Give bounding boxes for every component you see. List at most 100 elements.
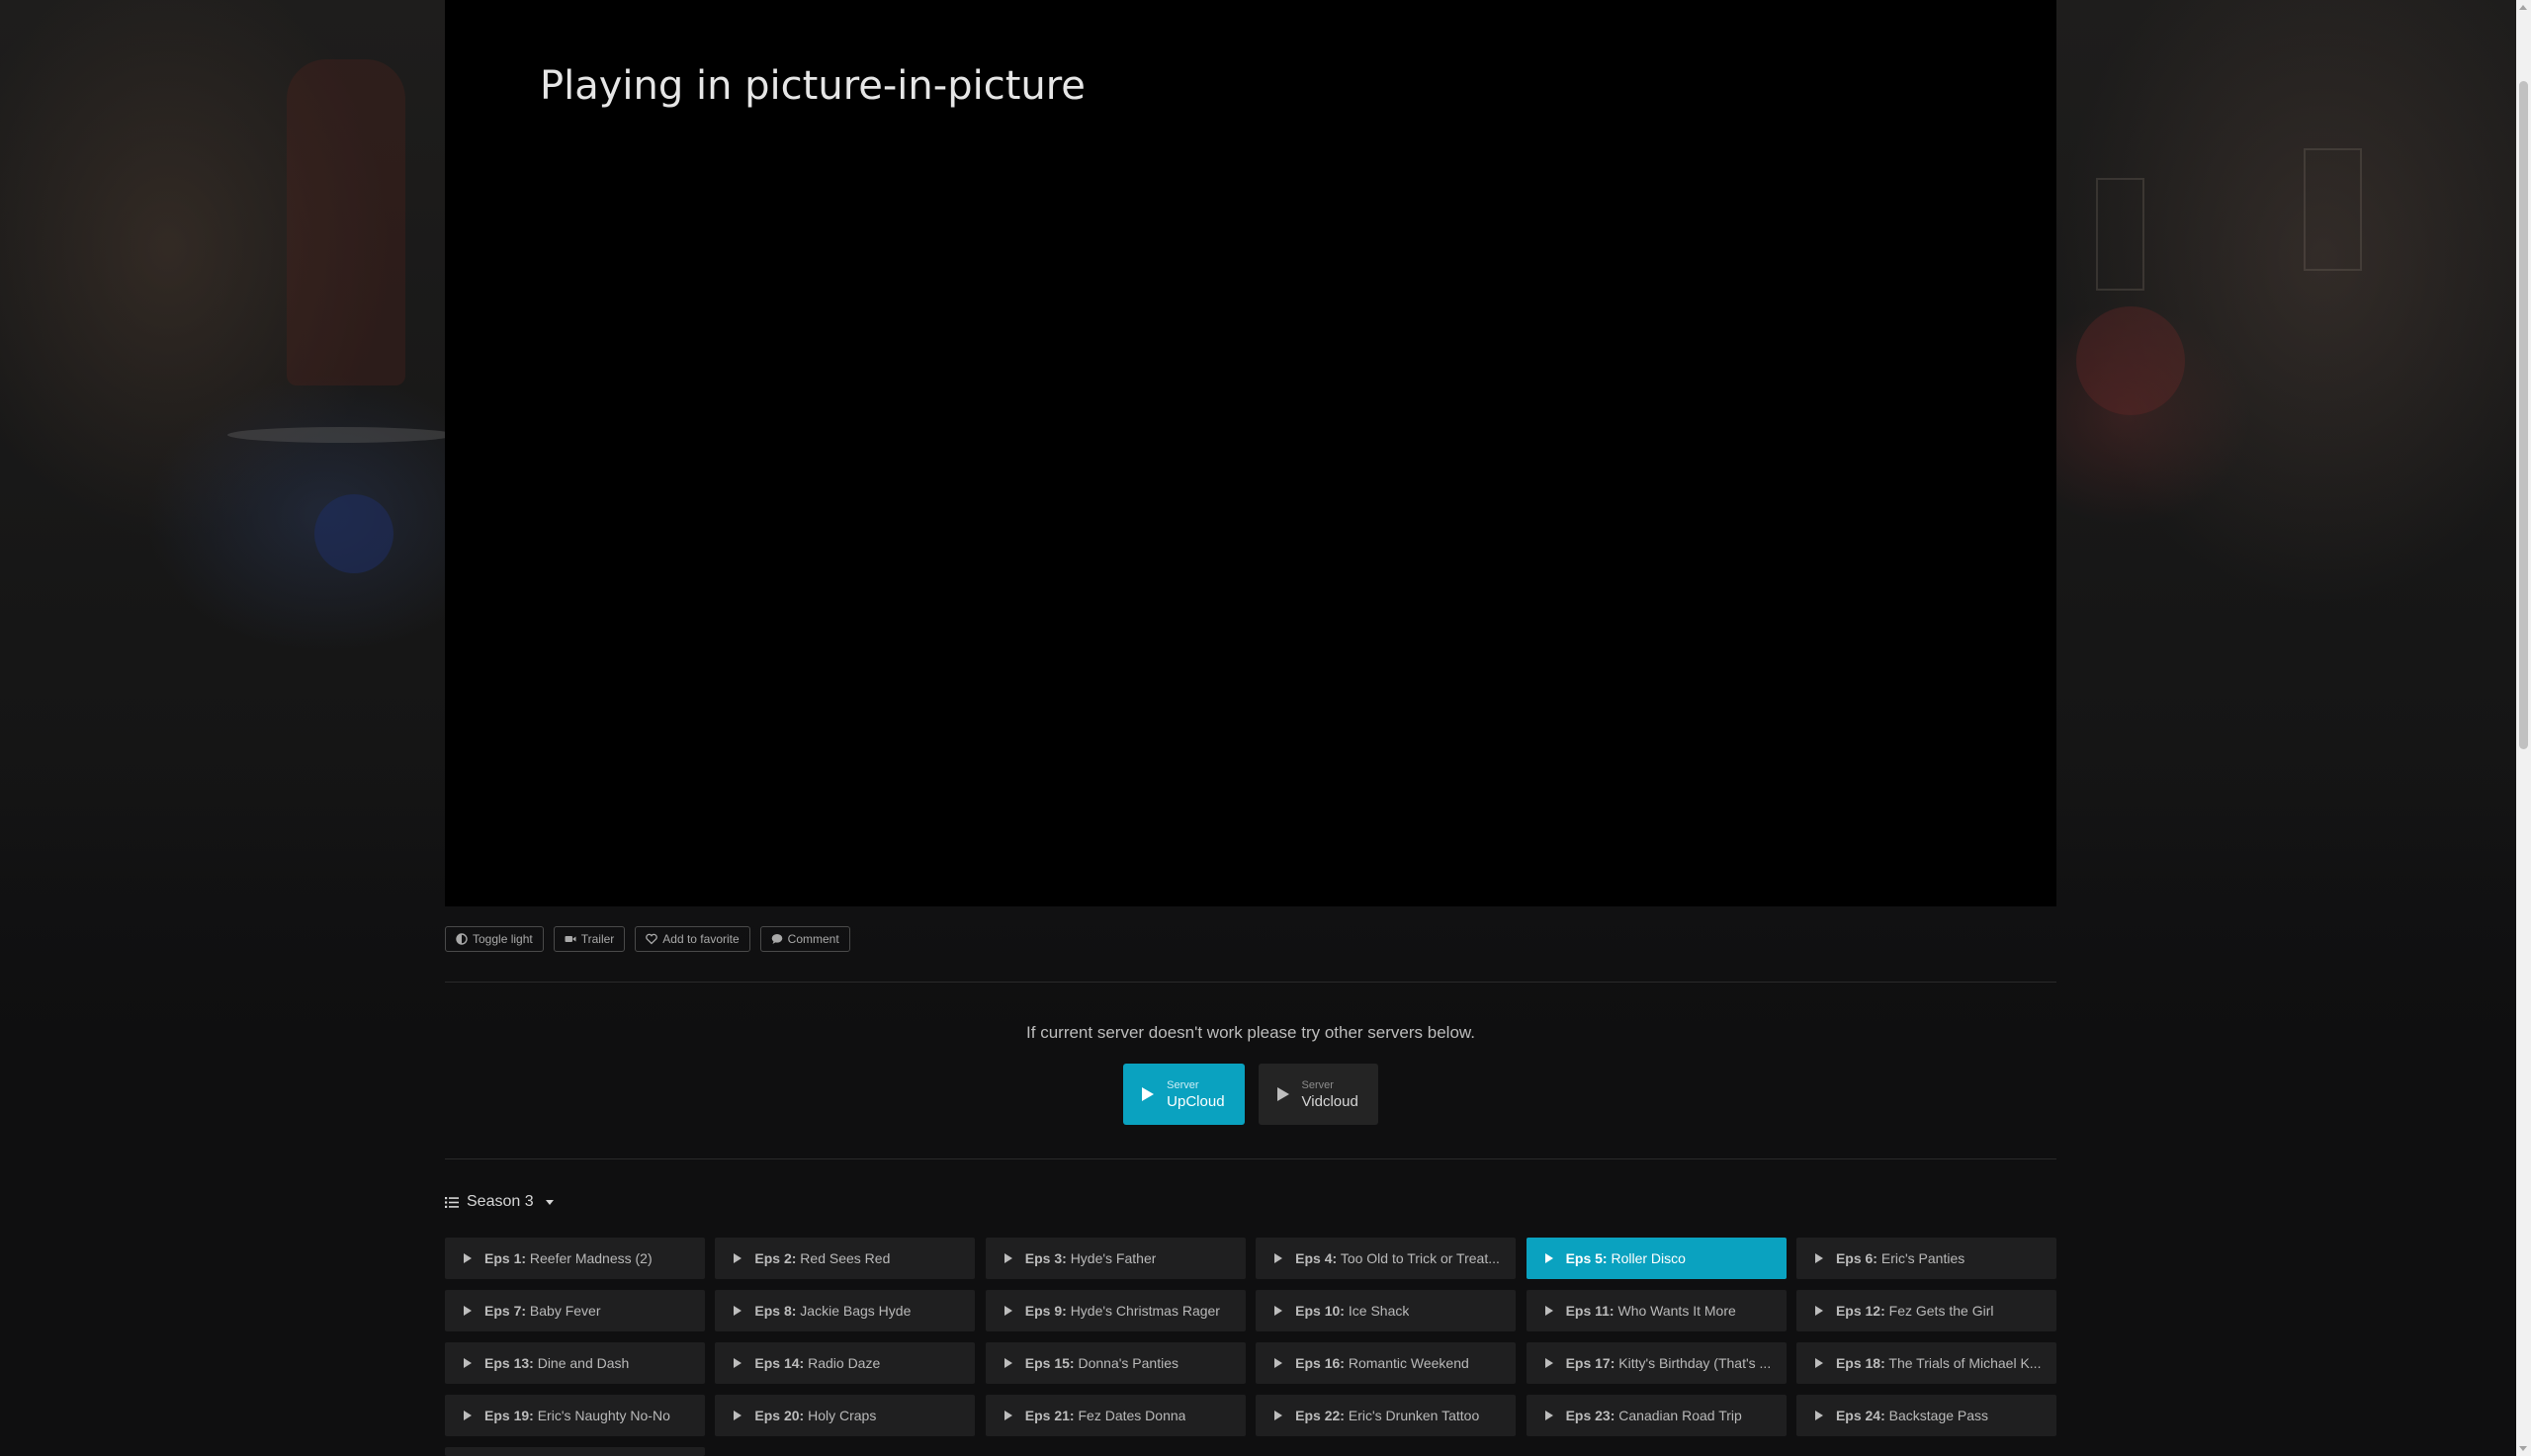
episode-item[interactable]: Eps 12: Fez Gets the Girl [1795, 1290, 2056, 1331]
play-icon [464, 1306, 472, 1316]
heart-icon [646, 933, 658, 945]
episode-label: Eps 3: Hyde's Father [1025, 1250, 1157, 1266]
season-label: Season 3 [467, 1193, 534, 1210]
episode-item[interactable]: Eps 21: Fez Dates Donna [985, 1395, 1246, 1436]
episode-item[interactable]: Eps 17: Kitty's Birthday (That's ... [1526, 1342, 1787, 1384]
episode-item[interactable]: Eps 10: Ice Shack [1256, 1290, 1517, 1331]
episode-title: Who Wants It More [1617, 1303, 1736, 1319]
add-favorite-button[interactable]: Add to favorite [635, 926, 750, 952]
episode-title: Romantic Weekend [1348, 1355, 1469, 1371]
scroll-down-arrow-icon[interactable] [2519, 1446, 2527, 1451]
play-icon [1142, 1087, 1155, 1101]
play-icon [464, 1253, 472, 1263]
episode-item[interactable]: Eps 22: Eric's Drunken Tattoo [1256, 1395, 1517, 1436]
add-favorite-label: Add to favorite [662, 932, 740, 946]
episode-item[interactable]: Eps 15: Donna's Panties [985, 1342, 1246, 1384]
play-icon [1274, 1358, 1283, 1368]
season-selector[interactable]: Season 3 [445, 1193, 554, 1211]
play-icon [1004, 1306, 1012, 1316]
page-scrollbar[interactable] [2516, 0, 2531, 1456]
play-icon [1004, 1358, 1012, 1368]
episode-title: Hyde's Father [1070, 1250, 1157, 1266]
comment-button[interactable]: Comment [759, 926, 850, 952]
episode-title: Holy Craps [808, 1408, 877, 1423]
episode-item[interactable]: Eps 19: Eric's Naughty No-No [445, 1395, 705, 1436]
episode-number: Eps 11: [1565, 1303, 1615, 1319]
trailer-button[interactable]: Trailer [553, 926, 626, 952]
episode-item[interactable]: Eps 18: The Trials of Michael K... [1795, 1342, 2056, 1384]
episode-item[interactable]: Eps 16: Romantic Weekend [1256, 1342, 1517, 1384]
episode-label: Eps 17: Kitty's Birthday (That's ... [1566, 1355, 1772, 1371]
episode-item[interactable]: Eps 20: Holy Craps [715, 1395, 976, 1436]
play-icon [1274, 1411, 1283, 1420]
episode-title: Fez Dates Donna [1078, 1408, 1186, 1423]
background-frame [2304, 148, 2362, 271]
episode-item[interactable]: Eps 7: Baby Fever [445, 1290, 705, 1331]
episode-item[interactable]: Eps 6: Eric's Panties [1795, 1238, 2056, 1279]
episode-label: Eps 5: Roller Disco [1566, 1250, 1686, 1266]
episode-title: Dine and Dash [537, 1355, 630, 1371]
episode-grid: Eps 1: Reefer Madness (2) Eps 2: Red Sees… [445, 1238, 2056, 1436]
scrollbar-thumb[interactable] [2519, 81, 2528, 749]
episode-label: Eps 9: Hyde's Christmas Rager [1025, 1303, 1220, 1319]
episode-item[interactable]: Eps 23: Canadian Road Trip [1526, 1395, 1787, 1436]
section-divider [445, 982, 2056, 983]
episode-label: Eps 15: Donna's Panties [1025, 1355, 1178, 1371]
play-icon [1004, 1253, 1012, 1263]
episode-item[interactable]: Eps 2: Red Sees Red [715, 1238, 976, 1279]
server-name: UpCloud [1167, 1092, 1225, 1110]
episode-title: Too Old to Trick or Treat... [1340, 1250, 1500, 1266]
play-icon [1814, 1358, 1823, 1368]
background-chair [2076, 306, 2185, 415]
play-icon [1544, 1358, 1553, 1368]
server-list: Server UpCloud Server Vidcloud [445, 1064, 2056, 1125]
episode-title: Roller Disco [1611, 1250, 1686, 1266]
episode-number: Eps 20: [754, 1408, 805, 1423]
caret-down-icon [545, 1199, 554, 1205]
play-icon [1544, 1306, 1553, 1316]
episode-label: Eps 2: Red Sees Red [754, 1250, 890, 1266]
episode-item[interactable]: Eps 24: Backstage Pass [1795, 1395, 2056, 1436]
episode-number: Eps 19: [484, 1408, 534, 1423]
play-icon [734, 1253, 742, 1263]
episode-number: Eps 22: [1295, 1408, 1345, 1423]
episode-item[interactable]: Eps 13: Dine and Dash [445, 1342, 705, 1384]
episode-number: Eps 3: [1024, 1250, 1067, 1266]
episode-number: Eps 21: [1024, 1408, 1075, 1423]
episode-number: Eps 5: [1565, 1250, 1608, 1266]
video-player[interactable]: Playing in picture-in-picture [445, 0, 2056, 906]
episode-number: Eps 7: [484, 1303, 527, 1319]
episode-item[interactable]: Eps 11: Who Wants It More [1526, 1290, 1787, 1331]
play-icon [734, 1306, 742, 1316]
play-icon [734, 1411, 742, 1420]
video-camera-icon [565, 936, 576, 942]
episode-item-partial[interactable] [445, 1447, 705, 1456]
comment-icon [771, 934, 782, 944]
episode-title: Eric's Drunken Tattoo [1348, 1408, 1480, 1423]
section-divider [445, 1158, 2056, 1159]
play-icon [1274, 1253, 1283, 1263]
background-frame [2096, 178, 2144, 291]
episode-item[interactable]: Eps 3: Hyde's Father [985, 1238, 1246, 1279]
server-caption: Server [1301, 1078, 1334, 1091]
episode-item[interactable]: Eps 14: Radio Daze [715, 1342, 976, 1384]
background-figure [287, 59, 405, 385]
scroll-up-arrow-icon[interactable] [2519, 5, 2527, 10]
trailer-label: Trailer [580, 932, 615, 946]
episode-item[interactable]: Eps 5: Roller Disco [1526, 1238, 1787, 1279]
episode-item[interactable]: Eps 1: Reefer Madness (2) [445, 1238, 705, 1279]
server-upcloud-button[interactable]: Server UpCloud [1123, 1064, 1245, 1125]
episode-label: Eps 11: Who Wants It More [1566, 1303, 1736, 1319]
pip-message: Playing in picture-in-picture [540, 63, 1086, 109]
episode-item[interactable]: Eps 4: Too Old to Trick or Treat... [1256, 1238, 1517, 1279]
episode-item[interactable]: Eps 8: Jackie Bags Hyde [715, 1290, 976, 1331]
list-icon [445, 1196, 459, 1208]
episode-number: Eps 23: [1565, 1408, 1615, 1423]
server-vidcloud-button[interactable]: Server Vidcloud [1258, 1064, 1378, 1125]
episode-number: Eps 16: [1295, 1355, 1345, 1371]
episode-label: Eps 18: The Trials of Michael K... [1836, 1355, 2042, 1371]
toggle-light-button[interactable]: Toggle light [445, 926, 544, 952]
episode-number: Eps 8: [754, 1303, 797, 1319]
episode-item[interactable]: Eps 9: Hyde's Christmas Rager [985, 1290, 1246, 1331]
episode-label: Eps 1: Reefer Madness (2) [484, 1250, 653, 1266]
